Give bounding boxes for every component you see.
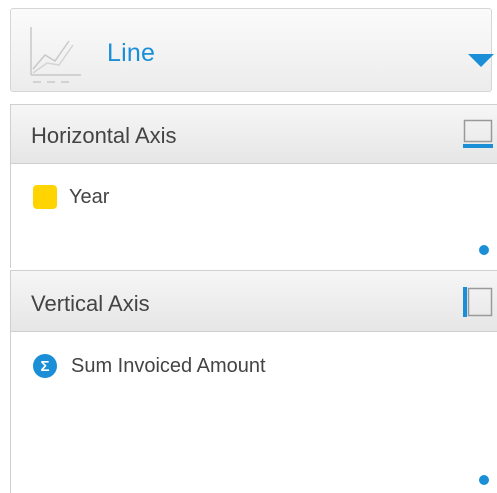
field-year[interactable]: Year <box>33 185 109 209</box>
horizontal-axis-dropzone[interactable]: Year <box>10 164 497 268</box>
field-label: Sum Invoiced Amount <box>71 354 266 377</box>
vertical-axis-icon <box>463 287 493 317</box>
line-chart-icon <box>30 27 81 83</box>
vertical-axis-dropzone[interactable]: Σ Sum Invoiced Amount <box>10 332 497 493</box>
chart-builder-panel: Line Horizontal Axis Year Vertical Axis … <box>0 0 497 493</box>
horizontal-axis-icon <box>463 119 493 148</box>
chart-type-label: Line <box>107 39 156 67</box>
vertical-axis-header: Vertical Axis <box>10 270 497 332</box>
field-sum-invoiced-amount[interactable]: Σ Sum Invoiced Amount <box>33 354 266 378</box>
horizontal-axis-title: Horizontal Axis <box>31 123 177 148</box>
horizontal-axis-header: Horizontal Axis <box>10 104 497 164</box>
chevron-down-icon[interactable] <box>468 54 494 67</box>
vertical-axis-title: Vertical Axis <box>31 291 150 316</box>
drop-indicator-dot <box>479 475 489 485</box>
field-label: Year <box>69 185 110 208</box>
dimension-swatch-icon <box>33 185 57 209</box>
drop-indicator-dot <box>479 245 489 255</box>
sigma-icon: Σ <box>33 354 57 378</box>
chart-type-dropdown[interactable]: Line <box>10 8 494 92</box>
